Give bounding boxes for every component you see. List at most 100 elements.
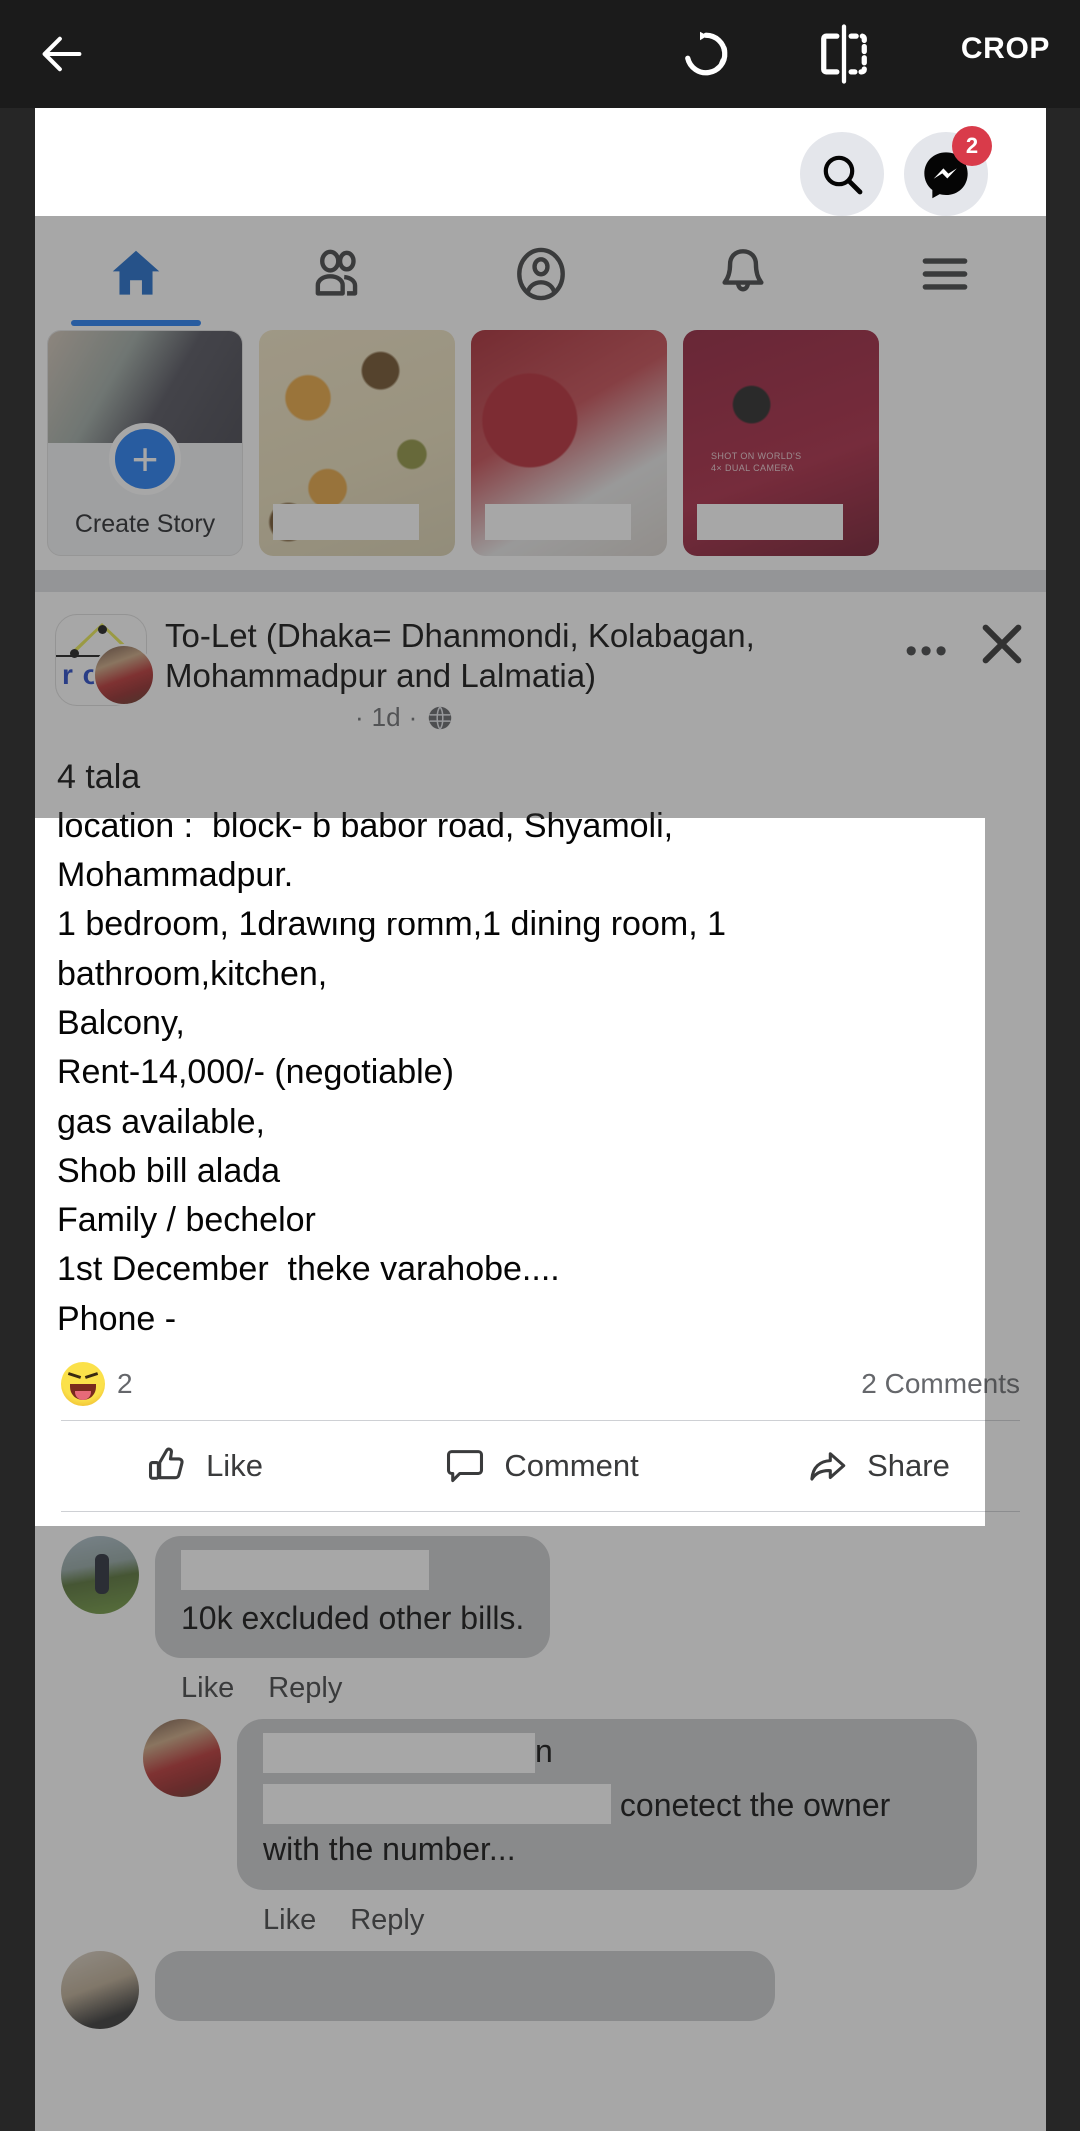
comment-content: 10k excluded other bills. Like Reply — [155, 1536, 1020, 1705]
screenshot-image: 2 + Create Story SHOT ON WORLD'S 4× DUAL… — [35, 108, 1046, 2131]
flip-horizontal-button[interactable] — [810, 20, 878, 88]
post-close-button[interactable] — [974, 616, 1030, 672]
post-phone-redacted — [235, 1302, 453, 1341]
plus-icon: + — [109, 423, 181, 495]
comment-bubble[interactable]: 10k excluded other bills. — [155, 1536, 551, 1659]
comment-content: n conetect the owner with the number... … — [237, 1719, 1020, 1936]
comment-text: 10k excluded other bills. — [181, 1600, 525, 1637]
story-name-redacted — [485, 504, 631, 540]
comment-reply-button[interactable]: Reply — [350, 1904, 424, 1937]
share-button[interactable]: Share — [709, 1443, 1046, 1489]
haha-eye-right — [84, 1372, 99, 1379]
comment-button[interactable]: Comment — [372, 1443, 709, 1489]
stories-scroller[interactable]: + Create Story SHOT ON WORLD'S 4× DUAL CA… — [35, 330, 1046, 556]
avatar[interactable]: r o — [55, 614, 155, 706]
tab-notifications[interactable] — [642, 226, 844, 322]
comments-list: 10k excluded other bills. Like Reply n c… — [35, 1512, 1046, 2029]
home-icon — [112, 250, 160, 295]
comment-mention-redacted — [263, 1784, 611, 1825]
bell-icon — [722, 249, 764, 292]
comment-label: Comment — [504, 1448, 639, 1484]
stories-tray: + Create Story SHOT ON WORLD'S 4× DUAL CA… — [35, 322, 1046, 570]
story-create[interactable]: + Create Story — [47, 330, 243, 556]
comment-item-partial — [35, 1937, 1046, 2029]
post-header: r o To-Let (Dhaka= Dhanmondi, Kolabagan,… — [35, 592, 1046, 735]
canvas-left-margin — [0, 216, 35, 2131]
avatar-dot — [70, 649, 79, 658]
post-counts: 2 2 Comments — [35, 1344, 1046, 1420]
comment-bubble[interactable] — [155, 1950, 775, 2021]
post-body-text: 4 tala location : block- b babor road, S… — [57, 757, 726, 1338]
editor-toolbar: CROP — [0, 0, 1080, 108]
search-button[interactable] — [800, 132, 884, 216]
comment-item: 10k excluded other bills. Like Reply — [35, 1522, 1046, 1705]
feed-divider — [35, 570, 1046, 592]
feed-post: r o To-Let (Dhaka= Dhanmondi, Kolabagan,… — [35, 592, 1046, 2033]
back-arrow-icon — [42, 36, 82, 72]
post-timestamp: 1d — [371, 702, 401, 732]
post-separator: · — [355, 702, 364, 732]
tab-profile[interactable] — [439, 226, 641, 322]
share-label: Share — [867, 1448, 950, 1484]
messenger-badge: 2 — [952, 126, 992, 166]
comment-author-redacted — [181, 1550, 429, 1591]
rotate-icon — [685, 31, 728, 76]
story-name-redacted — [273, 504, 419, 540]
avatar[interactable] — [61, 1536, 139, 1615]
active-tab-indicator — [71, 320, 201, 326]
globe-icon — [429, 705, 452, 730]
comment-actions: Like Reply — [155, 1658, 1020, 1705]
share-arrow-icon — [810, 1452, 846, 1481]
post-action-bar: Like Comment Share — [35, 1421, 1046, 1511]
reaction-count: 2 — [117, 1368, 133, 1400]
story-name-redacted — [697, 504, 843, 540]
facebook-nav-tabs — [35, 226, 1046, 326]
comment-bubble-icon — [447, 1450, 484, 1483]
messenger-button[interactable]: 2 — [904, 126, 992, 216]
post-group-name[interactable]: To-Let (Dhaka= Dhanmondi, Kolabagan, Moh… — [165, 616, 925, 697]
comments-count[interactable]: 2 Comments — [861, 1368, 1020, 1400]
comment-reply-button[interactable]: Reply — [268, 1672, 342, 1705]
crop-button[interactable]: CROP — [961, 32, 1050, 66]
comment-actions: Like Reply — [237, 1890, 1020, 1937]
post-subline: · 1d · — [165, 701, 1026, 735]
flip-horizontal-icon — [821, 24, 867, 84]
tab-home[interactable] — [35, 226, 237, 326]
rotate-button[interactable] — [672, 20, 740, 88]
story-item[interactable] — [259, 330, 455, 556]
tab-friends[interactable] — [237, 226, 439, 322]
post-author-redacted — [165, 703, 347, 733]
post-options-button[interactable]: ••• — [905, 634, 950, 668]
facebook-logo-redacted — [45, 130, 305, 222]
friends-icon — [315, 249, 358, 296]
story-item[interactable]: SHOT ON WORLD'S 4× DUAL CAMERA — [683, 330, 879, 556]
tab-menu[interactable] — [844, 226, 1046, 322]
comment-author-tail: n — [535, 1733, 553, 1770]
photo-edit-canvas[interactable]: 2 + Create Story SHOT ON WORLD'S 4× DUAL… — [0, 108, 1080, 2131]
comment-author-redacted — [263, 1733, 535, 1774]
story-item[interactable] — [471, 330, 667, 556]
comment-content — [155, 1950, 1020, 2029]
post-location-redacted — [320, 884, 452, 919]
avatar[interactable] — [143, 1719, 221, 1798]
haha-eye-left — [67, 1372, 82, 1379]
post-separator-2: · — [408, 702, 418, 732]
like-label: Like — [206, 1448, 263, 1484]
like-button[interactable]: Like — [35, 1443, 372, 1489]
post-meta: To-Let (Dhaka= Dhanmondi, Kolabagan, Moh… — [165, 614, 1026, 735]
comment-item: n conetect the owner with the number... … — [35, 1705, 1046, 1936]
comment-like-button[interactable]: Like — [263, 1904, 316, 1937]
haha-reaction-icon — [61, 1362, 105, 1407]
facebook-header: 2 — [35, 108, 1046, 226]
comment-bubble[interactable]: n conetect the owner with the number... — [237, 1719, 977, 1890]
comment-like-button[interactable]: Like — [181, 1672, 234, 1705]
back-button[interactable] — [30, 22, 94, 86]
hamburger-menu-icon — [922, 258, 968, 290]
reaction-summary[interactable]: 2 — [61, 1362, 133, 1407]
thumbs-up-icon — [149, 1447, 184, 1480]
canvas-right-margin — [1046, 216, 1080, 2131]
close-icon — [982, 624, 1022, 664]
avatar[interactable] — [61, 1950, 139, 2029]
profile-circle-icon — [516, 247, 565, 301]
search-icon — [823, 155, 863, 195]
